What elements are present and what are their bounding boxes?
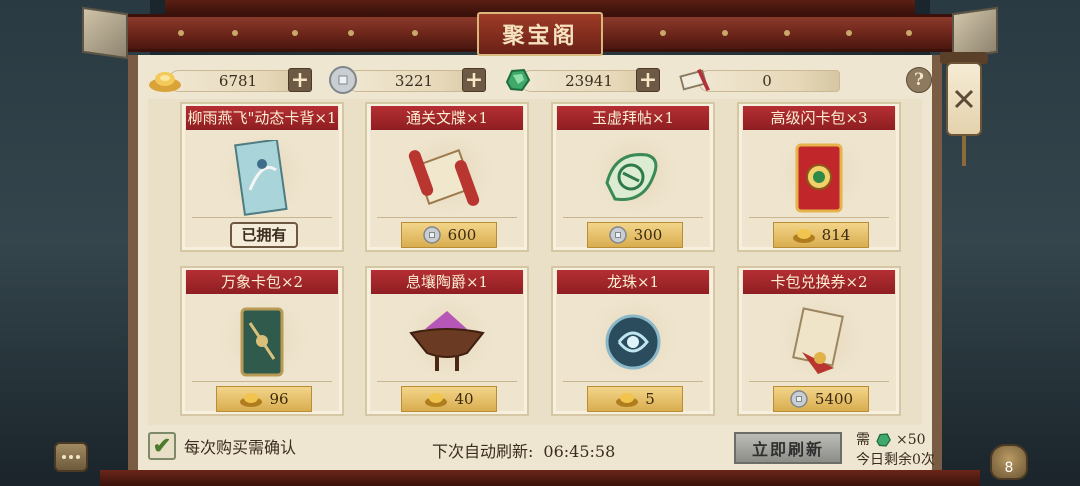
item-title: 柳雨燕飞"动态卡背×1 [186,106,338,130]
chat-dot [62,455,66,459]
price-button[interactable]: 814 [773,222,869,248]
price-button[interactable]: 96 [216,386,312,412]
add-gold-button[interactable]: + [288,68,312,92]
price-button[interactable]: 40 [401,386,497,412]
price-value: 5 [645,390,655,408]
item-title: 通关文牒×1 [371,106,523,130]
refresh-cost: 需 ×50 今日剩余0次 [856,430,935,470]
shop-item-card[interactable]: 高级闪卡包×3 814 [737,102,901,252]
help-button[interactable]: ? [906,67,932,93]
shop-item-card[interactable]: 通关文牒×1 600 [365,102,529,252]
refresh-remaining: 今日剩余0次 [856,452,935,468]
flash-card-pack-icon [774,140,864,216]
gold-ingot-icon [148,64,182,96]
shop-item-card[interactable]: 玉虚拜帖×1 300 [551,102,715,252]
rivet [292,30,298,36]
currency-gold: 6781 + [148,68,314,94]
rivet [846,30,852,36]
price-value: 300 [633,226,663,244]
exchange-voucher-icon [774,304,864,380]
inventory-bag-button[interactable]: 8 [990,444,1028,480]
price-button[interactable]: 300 [587,222,683,248]
gold-ingot-icon [425,393,448,407]
item-title: 万象卡包×2 [186,270,338,294]
lantern-tassel [962,136,966,166]
purchase-confirm-toggle[interactable]: ✔ 每次购买需确认 [148,432,296,460]
item-title: 卡包兑换券×2 [743,270,895,294]
card-back-icon [217,140,307,216]
auto-refresh-label: 下次自动刷新: [432,442,534,461]
shop-item-card[interactable]: 万象卡包×2 96 [180,266,344,416]
rivet [784,30,790,36]
scroll-document-icon [402,140,492,216]
silver-coin-icon [790,390,808,408]
rivet [412,30,418,36]
auto-refresh-time: 06:45:58 [543,442,616,461]
need-label: 需 [856,432,870,448]
jade-amount: 23941 [565,72,613,90]
add-jade-button[interactable]: + [636,68,660,92]
chat-dot [76,455,80,459]
bottom-beam [100,470,980,486]
item-title: 玉虚拜帖×1 [557,106,709,130]
page-title: 聚宝阁 [477,12,603,56]
jade-icon [500,64,534,96]
rivet [348,30,354,36]
chat-button[interactable] [54,442,88,472]
price-button[interactable]: 5400 [773,386,869,412]
refresh-now-button[interactable]: 立即刷新 [734,432,842,464]
silver-coin-icon [608,226,627,244]
currency-scroll: 0 [678,68,844,94]
need-amount: ×50 [896,432,926,448]
price-value: 814 [821,226,851,244]
shop-item-card[interactable]: 龙珠×1 5 [551,266,715,416]
shop-item-card[interactable]: 息壤陶爵×1 40 [365,266,529,416]
rivet [660,30,666,36]
clay-vessel-icon [402,304,492,380]
rivet [232,30,238,36]
confirm-label: 每次购买需确认 [184,438,297,457]
owned-badge: 已拥有 [230,222,298,248]
rivet [178,30,184,36]
item-title: 高级闪卡包×3 [743,106,895,130]
add-silver-button[interactable]: + [462,68,486,92]
gold-ingot-icon [616,393,639,407]
shop-item-card[interactable]: 卡包兑换券×2 5400 [737,266,901,416]
currency-silver: 3221 + [326,66,488,94]
close-button[interactable] [946,62,982,136]
jade-icon [876,433,891,447]
price-button[interactable]: 5 [587,386,683,412]
shop-item-card[interactable]: 柳雨燕飞"动态卡背×1 已拥有 [180,102,344,252]
jade-invitation-icon [588,140,678,216]
rivet [906,30,912,36]
item-title: 龙珠×1 [557,270,709,294]
price-value: 40 [454,390,474,408]
scroll-ticket-amount: 0 [762,72,772,90]
beam-end-left [82,6,128,60]
currency-jade: 23941 + [500,68,664,94]
silver-coin-icon [422,226,441,244]
auto-refresh-timer: 下次自动刷新: 06:45:58 [432,438,615,462]
silver-coin-icon [326,64,360,96]
confirm-checkbox[interactable]: ✔ [148,432,176,460]
bag-count: 8 [1004,460,1014,476]
dragon-pearl-icon [588,304,678,380]
price-button[interactable]: 600 [401,222,497,248]
item-title: 息壤陶爵×1 [371,270,523,294]
price-value: 96 [269,390,289,408]
price-value: 5400 [814,390,854,408]
silver-amount: 3221 [394,72,434,90]
rivet [722,30,728,36]
gold-ingot-icon [240,393,263,407]
close-icon [954,89,974,109]
chat-dot [69,455,73,459]
scroll-ticket-icon [678,64,712,96]
card-pack-icon [217,304,307,380]
gold-amount: 6781 [218,72,258,90]
price-value: 600 [447,226,477,244]
gold-ingot-icon [792,229,815,243]
